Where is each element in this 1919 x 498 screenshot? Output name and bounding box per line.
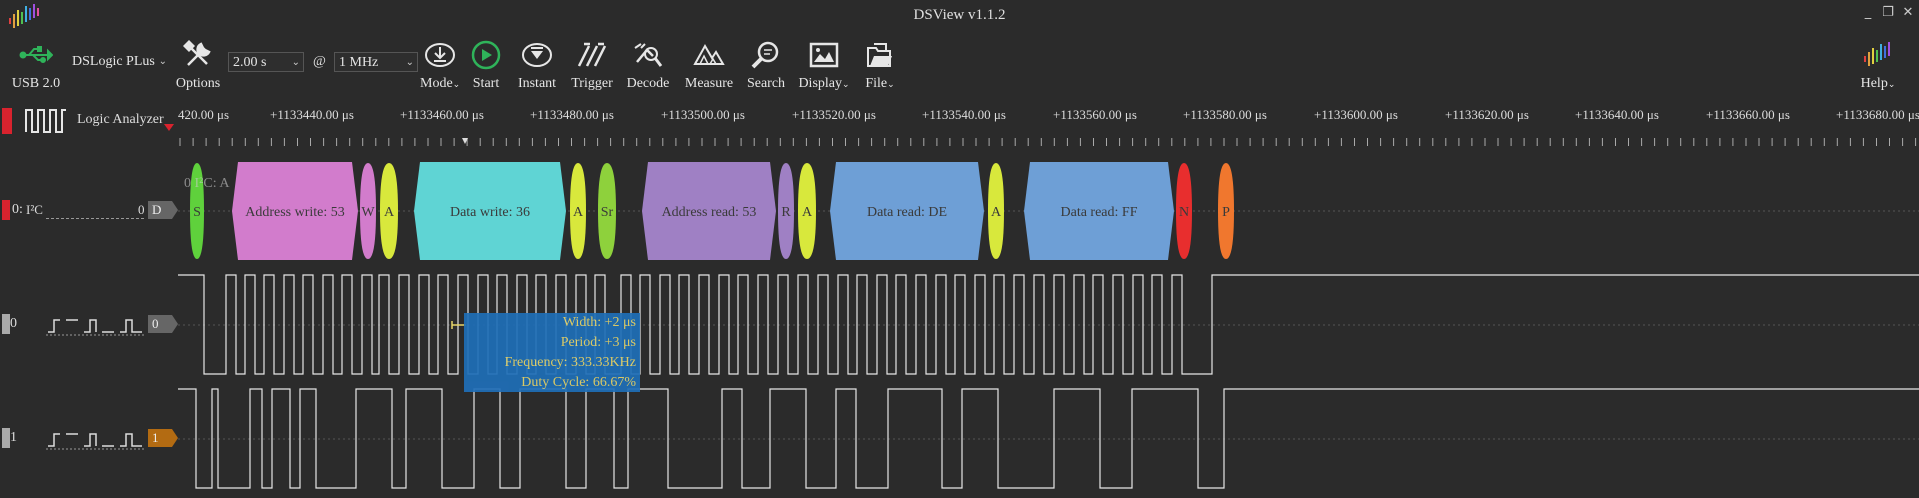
search-icon xyxy=(744,38,788,72)
decoder-annotation-text: N xyxy=(1179,205,1189,220)
chevron-down-icon: ⌄ xyxy=(158,56,167,67)
decoder-annotation-text: W xyxy=(361,205,375,220)
ruler-tick-label: +1133660.00 μs xyxy=(1706,107,1790,122)
instant-label: Instant xyxy=(517,76,557,91)
ruler-tick-label: +1133600.00 μs xyxy=(1314,107,1398,122)
options-button[interactable]: Options xyxy=(174,38,222,92)
ruler-tick-label: +1133540.00 μs xyxy=(922,107,1006,122)
decoder-annotation-text: A xyxy=(802,205,813,220)
samplerate-select[interactable]: 1 MHz ⌄ xyxy=(334,52,418,72)
measure-duty-cycle: Duty Cycle: 66.67% xyxy=(521,375,636,390)
search-label: Search xyxy=(746,76,786,91)
chevron-down-icon: ⌄ xyxy=(291,57,300,68)
waveform-area[interactable]: S Address write: 53 W A Data write: 36 A Sr Add… xyxy=(0,150,1919,498)
chevron-down-icon: ⌄ xyxy=(405,57,414,68)
measure-label: Measure xyxy=(684,76,734,91)
options-label: Options xyxy=(175,76,221,91)
minimize-button[interactable]: _ xyxy=(1859,6,1877,22)
instant-icon xyxy=(514,38,560,72)
file-button[interactable]: File⌄ xyxy=(860,38,900,92)
file-icon xyxy=(860,38,900,72)
start-button[interactable]: Start xyxy=(466,38,506,92)
chevron-down-icon[interactable] xyxy=(164,124,174,132)
decode-button[interactable]: Decode xyxy=(624,38,672,92)
decoder-ghost-label: 0 I²C: A xyxy=(184,176,230,191)
decoder-annotation-text: A xyxy=(384,205,395,220)
samplerate-value: 1 MHz xyxy=(339,55,379,70)
window-controls: _ ❐ ✕ xyxy=(1859,6,1917,22)
device-select[interactable]: DSLogic PLus ⌄ xyxy=(68,52,170,72)
time-ruler[interactable]: 420.00 μs +1133440.00 μs +1133460.00 μs +11… xyxy=(0,102,1919,150)
ruler-tick-label: +1133680.00 μs xyxy=(1836,107,1919,122)
title-bar: DSView v1.1.2 _ ❐ ✕ xyxy=(0,0,1919,34)
display-button[interactable]: Display⌄ xyxy=(798,38,850,92)
measure-tooltip: Width: +2 μs Period: +3 μs Frequency: 33… xyxy=(464,313,640,392)
measure-period: Period: +3 μs xyxy=(560,335,636,350)
decode-label: Decode xyxy=(626,76,670,91)
decode-icon xyxy=(624,38,672,72)
help-logo-icon xyxy=(1856,38,1900,72)
mode-label: Mode xyxy=(420,76,453,91)
measure-button[interactable]: Measure xyxy=(682,38,736,92)
trigger-icon xyxy=(568,38,616,72)
ruler-tick-label: +1133620.00 μs xyxy=(1445,107,1529,122)
usb-status[interactable]: USB 2.0 xyxy=(6,38,66,92)
duration-select[interactable]: 2.00 s ⌄ xyxy=(228,52,304,72)
file-label: File xyxy=(865,76,888,91)
ruler-tick-label: 420.00 μs xyxy=(178,107,229,122)
usb-label: USB 2.0 xyxy=(11,76,61,91)
ruler-tick-label: +1133440.00 μs xyxy=(270,107,354,122)
trigger-button[interactable]: Trigger xyxy=(568,38,616,92)
ruler-tick-label: +1133500.00 μs xyxy=(661,107,745,122)
help-button[interactable]: Help⌄ xyxy=(1856,38,1900,92)
decoder-annotation-text: P xyxy=(1222,205,1230,220)
usb-icon xyxy=(6,38,66,72)
ruler-tick-label: +1133580.00 μs xyxy=(1183,107,1267,122)
ruler-tick-label: +1133560.00 μs xyxy=(1053,107,1137,122)
start-label: Start xyxy=(472,76,500,91)
ruler-tick-label: +1133640.00 μs xyxy=(1575,107,1659,122)
decoder-annotation-text: Sr xyxy=(601,205,614,220)
decoder-annotation-text: Data read: DE xyxy=(867,205,947,220)
instant-button[interactable]: Instant xyxy=(514,38,560,92)
search-button[interactable]: Search xyxy=(744,38,788,92)
trigger-label: Trigger xyxy=(571,76,613,91)
ruler-ticks: 420.00 μs +1133440.00 μs +1133460.00 μs +11… xyxy=(178,107,1919,146)
ruler-tick-label: +1133460.00 μs xyxy=(400,107,484,122)
window-title: DSView v1.1.2 xyxy=(913,7,1006,23)
display-label: Display xyxy=(798,76,842,91)
decoder-annotation-text: S xyxy=(193,205,201,220)
start-icon xyxy=(466,38,506,72)
display-icon xyxy=(798,38,850,72)
restore-button[interactable]: ❐ xyxy=(1879,6,1897,22)
measure-width: Width: +2 μs xyxy=(562,315,636,330)
decoder-annotation-text: A xyxy=(991,205,1002,220)
duration-value: 2.00 s xyxy=(233,55,267,70)
ruler-tick-label: +1133520.00 μs xyxy=(792,107,876,122)
toolbar: USB 2.0 DSLogic PLus ⌄ Options 2.00 s ⌄ … xyxy=(0,34,1919,100)
at-symbol: @ xyxy=(313,54,326,69)
decoder-annotation-text: Data write: 36 xyxy=(450,205,530,220)
decoder-annotation-text: R xyxy=(781,205,791,220)
options-tools-icon xyxy=(174,38,222,72)
measure-frequency: Frequency: 333.33KHz xyxy=(504,355,636,370)
mode-icon xyxy=(420,38,460,72)
device-name: DSLogic PLus xyxy=(72,54,155,69)
decoder-annotation-text: Address read: 53 xyxy=(662,205,757,220)
mode-label: Logic Analyzer xyxy=(77,112,164,127)
decoder-annotation-text: Data read: FF xyxy=(1061,205,1138,220)
help-label: Help xyxy=(1860,76,1888,91)
close-button[interactable]: ✕ xyxy=(1899,6,1917,22)
measure-icon xyxy=(682,38,736,72)
mode-button[interactable]: Mode⌄ xyxy=(420,38,460,92)
ruler-tick-label: +1133480.00 μs xyxy=(530,107,614,122)
decoder-annotation-text: Address write: 53 xyxy=(245,205,345,220)
decoder-annotation-text: A xyxy=(573,205,584,220)
